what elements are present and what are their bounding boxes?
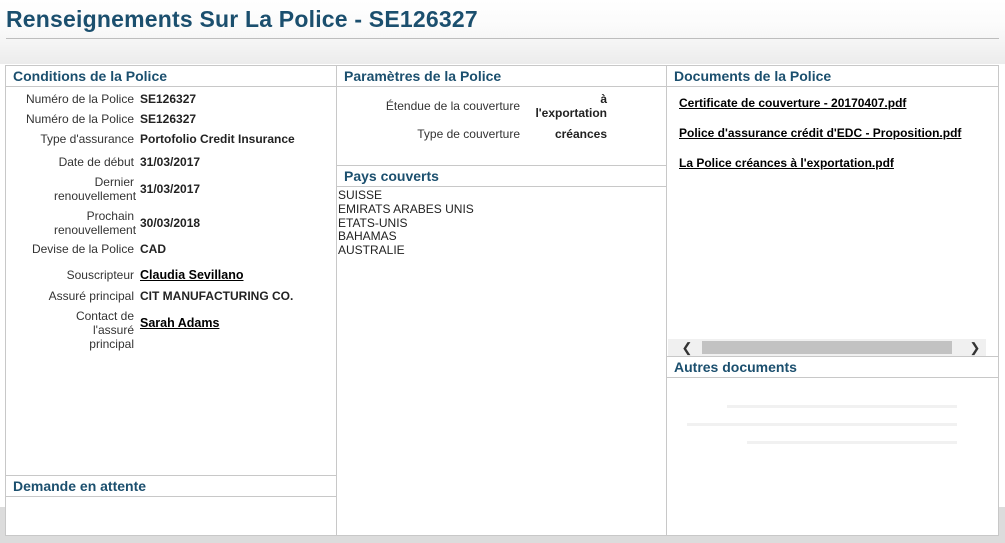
param-value-coverage-type: créances xyxy=(554,127,607,141)
scroll-left-icon[interactable]: ❮ xyxy=(678,339,696,356)
documents-panel: Documents de la Police Certificate de co… xyxy=(666,65,999,357)
field-label-last-renewal: Dernier renouvellement xyxy=(54,175,137,203)
parameters-title: Paramètres de la Police xyxy=(337,66,666,87)
field-label-main-insured: Assuré principal xyxy=(48,289,134,303)
param-label-coverage-type: Type de couverture xyxy=(417,127,520,141)
document-link-export-policy[interactable]: La Police créances à l'exportation.pdf xyxy=(679,156,894,170)
param-value-coverage-scope: à l'exportation xyxy=(535,92,607,120)
pending-title: Demande en attente xyxy=(6,476,336,497)
conditions-panel: Conditions de la Police Numéro de la Pol… xyxy=(5,65,337,476)
underwriter-link[interactable]: Claudia Sevillano xyxy=(140,268,244,282)
field-value-last-renewal: 31/03/2017 xyxy=(140,182,201,196)
parameters-panel: Paramètres de la Police Étendue de la co… xyxy=(336,65,667,166)
page-header: Renseignements Sur La Police - SE126327 xyxy=(0,0,1005,64)
scroll-thumb[interactable] xyxy=(702,341,952,354)
field-value-insurance-type: Portofolio Credit Insurance xyxy=(140,132,295,146)
other-documents-panel: Autres documents xyxy=(666,356,999,536)
documents-title: Documents de la Police xyxy=(667,66,998,87)
countries-panel: Pays couverts SUISSE EMIRATS ARABES UNIS… xyxy=(336,165,667,536)
field-value-currency: CAD xyxy=(140,242,166,256)
field-value-policy-number-2: SE126327 xyxy=(140,112,197,126)
field-label-underwriter: Souscripteur xyxy=(66,268,134,282)
faint-row xyxy=(727,405,957,408)
country-item: BAHAMAS xyxy=(338,229,397,243)
scroll-right-icon[interactable]: ❯ xyxy=(966,339,984,356)
documents-horizontal-scrollbar[interactable]: ❮ ❯ xyxy=(668,339,986,356)
pending-panel: Demande en attente xyxy=(5,475,337,536)
country-item: AUSTRALIE xyxy=(338,243,405,257)
other-documents-title: Autres documents xyxy=(667,357,998,378)
field-label-policy-number-2: Numéro de la Police xyxy=(25,112,134,126)
document-link-proposal[interactable]: Police d'assurance crédit d'EDC - Propos… xyxy=(679,126,961,140)
field-label-insurance-type: Type d'assurance xyxy=(40,132,134,146)
field-value-start-date: 31/03/2017 xyxy=(140,155,201,169)
country-item: ETATS-UNIS xyxy=(338,216,408,230)
title-divider xyxy=(6,38,999,39)
conditions-title: Conditions de la Police xyxy=(6,66,336,87)
field-label-insured-contact: Contact de l'assuré principal xyxy=(75,309,134,351)
field-label-policy-number: Numéro de la Police xyxy=(25,92,134,106)
faint-row xyxy=(747,441,957,444)
field-value-policy-number: SE126327 xyxy=(140,92,197,106)
field-label-next-renewal: Prochain renouvellement xyxy=(54,209,137,237)
faint-row xyxy=(687,423,957,426)
field-value-main-insured: CIT MANUFACTURING CO. xyxy=(140,289,294,303)
page-title: Renseignements Sur La Police - SE126327 xyxy=(6,6,478,32)
param-label-coverage-scope: Étendue de la couverture xyxy=(385,99,520,113)
country-item: SUISSE xyxy=(338,188,383,202)
field-label-start-date: Date de début xyxy=(58,155,134,169)
country-item: EMIRATS ARABES UNIS xyxy=(338,202,474,216)
field-label-currency: Devise de la Police xyxy=(31,242,134,256)
insured-contact-link[interactable]: Sarah Adams xyxy=(140,316,219,330)
field-value-next-renewal: 30/03/2018 xyxy=(140,216,201,230)
countries-title: Pays couverts xyxy=(337,166,666,187)
document-link-certificate[interactable]: Certificate de couverture - 20170407.pdf xyxy=(679,96,906,110)
